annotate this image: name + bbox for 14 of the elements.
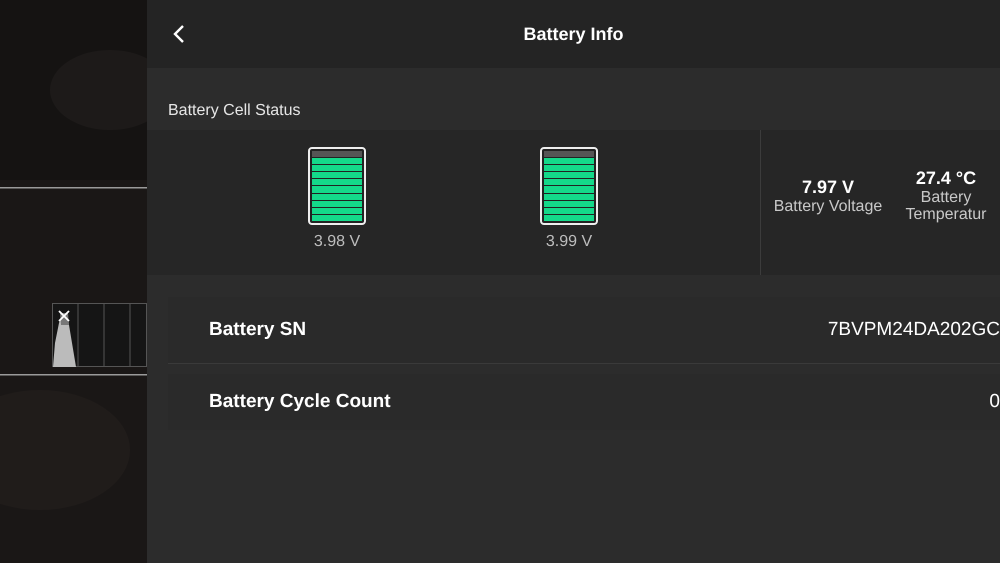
row-value: 0 xyxy=(989,391,1000,413)
stat-label: Battery Temperatur xyxy=(904,189,988,223)
close-icon[interactable] xyxy=(58,310,70,322)
cell-voltage: 3.99 V xyxy=(546,233,592,251)
row-label: Battery SN xyxy=(209,319,306,341)
stat-value: 27.4 °C xyxy=(916,168,976,189)
row-label: Battery Cycle Count xyxy=(209,391,391,413)
stat-label: Battery Voltage xyxy=(774,198,882,214)
section-label: Battery Cell Status xyxy=(167,101,302,121)
stat-value: 7.97 V xyxy=(802,176,854,198)
cell-voltage: 3.98 V xyxy=(314,233,360,251)
header-title: Battery Info xyxy=(523,24,624,44)
row-value: 7BVPM24DA202GC xyxy=(828,319,1000,341)
back-icon[interactable] xyxy=(173,24,185,44)
